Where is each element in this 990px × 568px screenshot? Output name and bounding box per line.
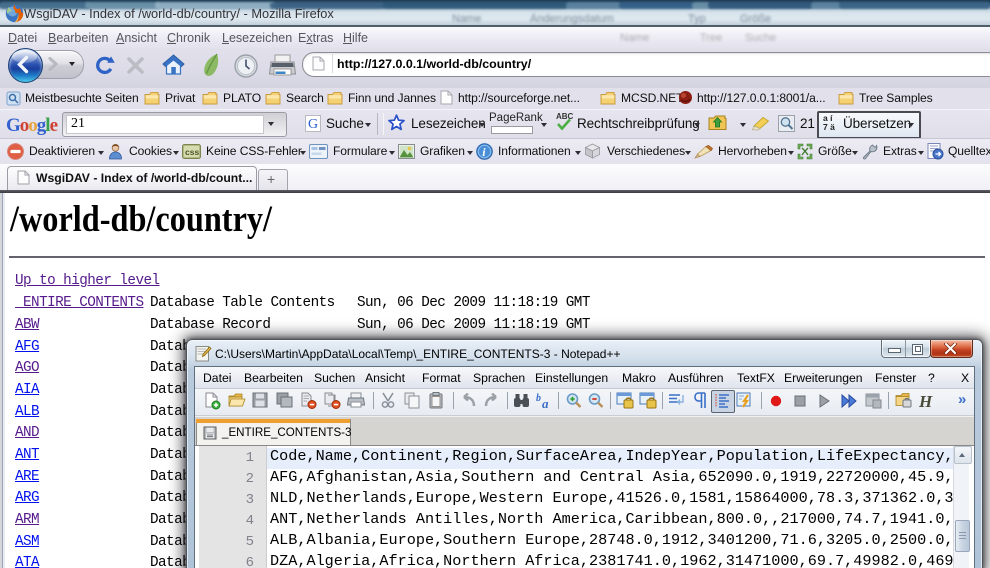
svg-text:b: b (536, 393, 541, 404)
svg-text:H: H (918, 392, 933, 410)
svg-text:G: G (308, 117, 318, 132)
svg-text:a: a (542, 396, 549, 410)
svg-text:css: css (185, 147, 199, 157)
